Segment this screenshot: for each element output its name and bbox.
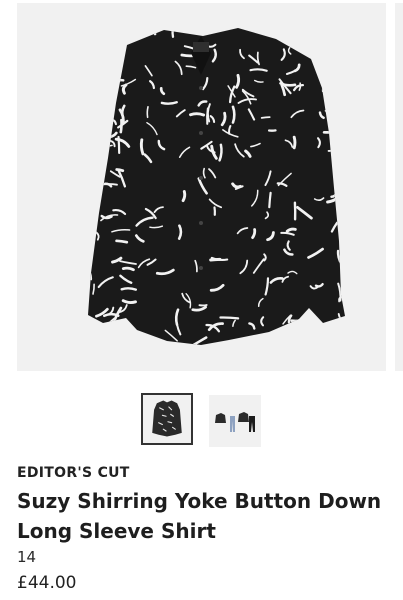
image-thumbnails — [141, 393, 266, 449]
thumbnail-outfit-icon — [209, 395, 261, 447]
next-image-peek[interactable] — [395, 3, 403, 371]
print-stroke — [231, 105, 236, 124]
product-size: 14 — [17, 548, 37, 566]
print-stroke — [219, 316, 240, 320]
product-price: £44.00 — [17, 573, 77, 593]
product-hero-image[interactable] — [17, 3, 386, 371]
thumbnail-shirt[interactable] — [141, 393, 193, 445]
print-stroke — [115, 168, 125, 173]
print-stroke — [260, 116, 271, 119]
product-title: Suzy Shirring Yoke Button Down Long Slee… — [17, 489, 382, 543]
print-stroke — [180, 53, 195, 58]
thumbnail-outfit[interactable] — [209, 395, 261, 447]
print-stroke — [115, 239, 129, 244]
brand-name: EDITOR'S CUT — [17, 465, 130, 481]
print-stroke — [268, 191, 272, 209]
print-stroke — [121, 266, 135, 272]
print-stroke — [102, 183, 118, 186]
shirt-illustration — [17, 3, 386, 371]
print-stroke — [189, 112, 206, 117]
print-stroke — [146, 106, 149, 119]
print-stroke — [120, 287, 137, 291]
print-stroke — [181, 190, 187, 203]
print-stroke — [139, 138, 145, 156]
print-stroke — [292, 135, 297, 150]
thumbnail-shirt-icon — [143, 395, 191, 443]
